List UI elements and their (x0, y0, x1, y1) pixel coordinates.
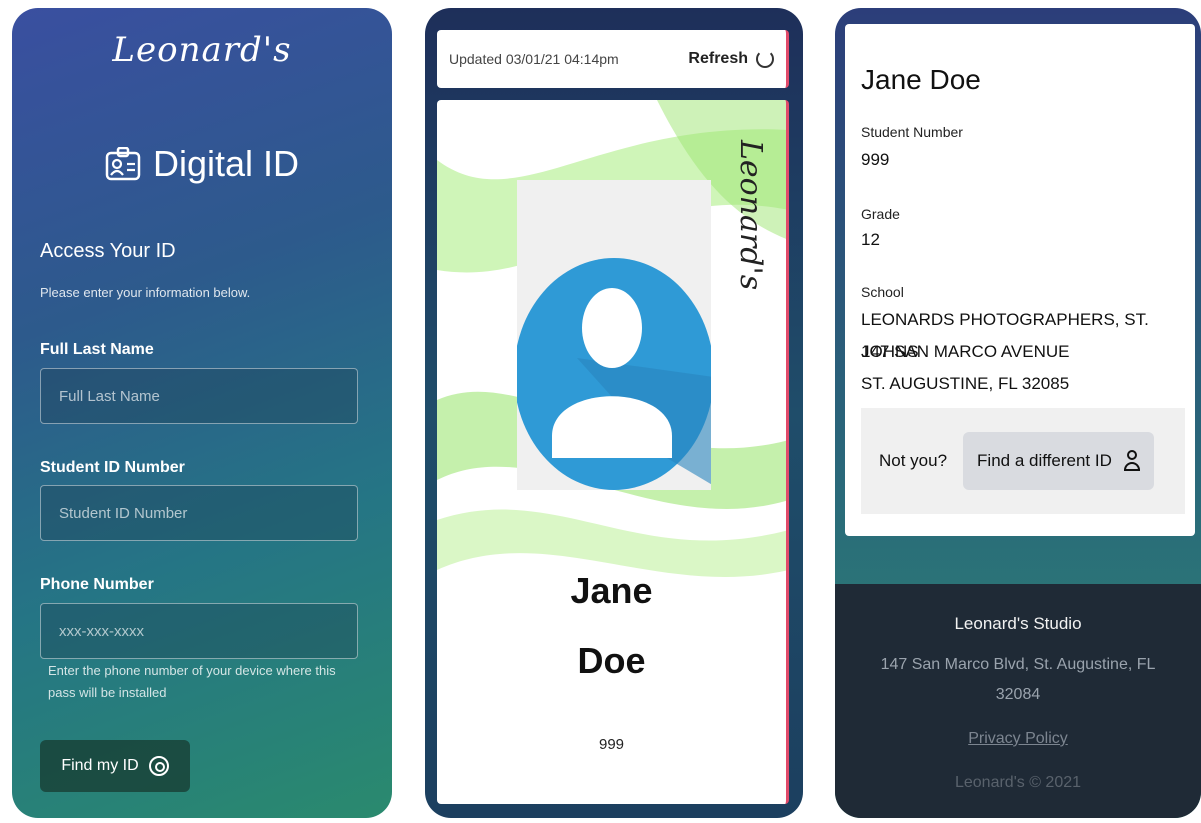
student-id-input[interactable] (59, 504, 339, 522)
digital-id-header: Digital ID (12, 143, 392, 185)
phone-field[interactable] (40, 603, 358, 659)
grade-value: 12 (861, 230, 880, 249)
avatar-placeholder-icon (517, 258, 711, 490)
not-you-text: Not you? (879, 451, 948, 470)
student-number-value: 999 (861, 150, 890, 169)
refresh-icon (756, 50, 774, 68)
last-name-input[interactable] (59, 387, 339, 405)
access-heading: Access Your ID (40, 240, 176, 262)
not-you-panel: Not you? Find a different ID (861, 408, 1185, 514)
refresh-button[interactable]: Refresh (688, 50, 774, 68)
last-name-label: Full Last Name (40, 341, 154, 358)
student-id-field[interactable] (40, 485, 358, 541)
search-circle-icon (148, 756, 169, 776)
updated-timestamp: Updated 03/01/21 04:14pm (449, 51, 619, 67)
access-screen: Leonard's Digital ID Access Your ID Plea… (12, 8, 392, 818)
student-id-label: Student ID Number (40, 459, 185, 476)
school-line-3: ST. AUGUSTINE, FL 32085 (861, 374, 1070, 393)
find-different-id-label: Find a different ID (977, 451, 1112, 470)
student-name: Jane Doe (861, 64, 981, 95)
phone-label: Phone Number (40, 576, 154, 593)
phone-helper-text: Enter the phone number of your device wh… (48, 663, 336, 700)
card-leonards-logo: Leonard's (733, 140, 768, 291)
card-student-number: 999 (598, 736, 625, 753)
footer-studio-name: Leonard's Studio (954, 614, 1082, 633)
phone-input[interactable] (59, 622, 339, 640)
refresh-label: Refresh (688, 50, 748, 67)
student-photo (517, 180, 711, 490)
id-card-screen: Updated 03/01/21 04:14pm Refresh Leonard… (425, 8, 803, 818)
details-screen: Jane Doe Student Number 999 Grade 12 Sch… (835, 8, 1201, 818)
footer: Leonard's Studio 147 San Marco Blvd, St.… (835, 584, 1201, 818)
digital-id-card: Leonard's Jane Doe 999 (437, 100, 789, 804)
access-subheading: Please enter your information below. (40, 285, 251, 300)
footer-address: 147 San Marco Blvd, St. Augustine, FL 32… (880, 656, 1156, 703)
update-bar: Updated 03/01/21 04:14pm Refresh (437, 30, 789, 88)
school-line-2: 147 SAN MARCO AVENUE (861, 342, 1070, 361)
user-icon (1123, 450, 1140, 472)
find-my-id-button[interactable]: Find my ID (40, 740, 190, 792)
last-name-field[interactable] (40, 368, 358, 424)
grade-label: Grade (861, 206, 900, 222)
student-info-card: Jane Doe Student Number 999 Grade 12 Sch… (845, 24, 1195, 536)
school-label: School (861, 284, 904, 300)
card-last-name: Doe (577, 640, 646, 681)
card-first-name: Jane (570, 570, 653, 611)
leonards-logo: Leonard's (112, 30, 292, 70)
find-my-id-label: Find my ID (61, 757, 139, 774)
student-number-label: Student Number (861, 124, 963, 140)
digital-id-title: Digital ID (152, 143, 300, 184)
footer-copyright: Leonard's © 2021 (954, 774, 1082, 791)
id-badge-icon (105, 147, 141, 181)
find-different-id-button[interactable]: Find a different ID (963, 432, 1154, 490)
privacy-policy-link[interactable]: Privacy Policy (835, 730, 1201, 748)
